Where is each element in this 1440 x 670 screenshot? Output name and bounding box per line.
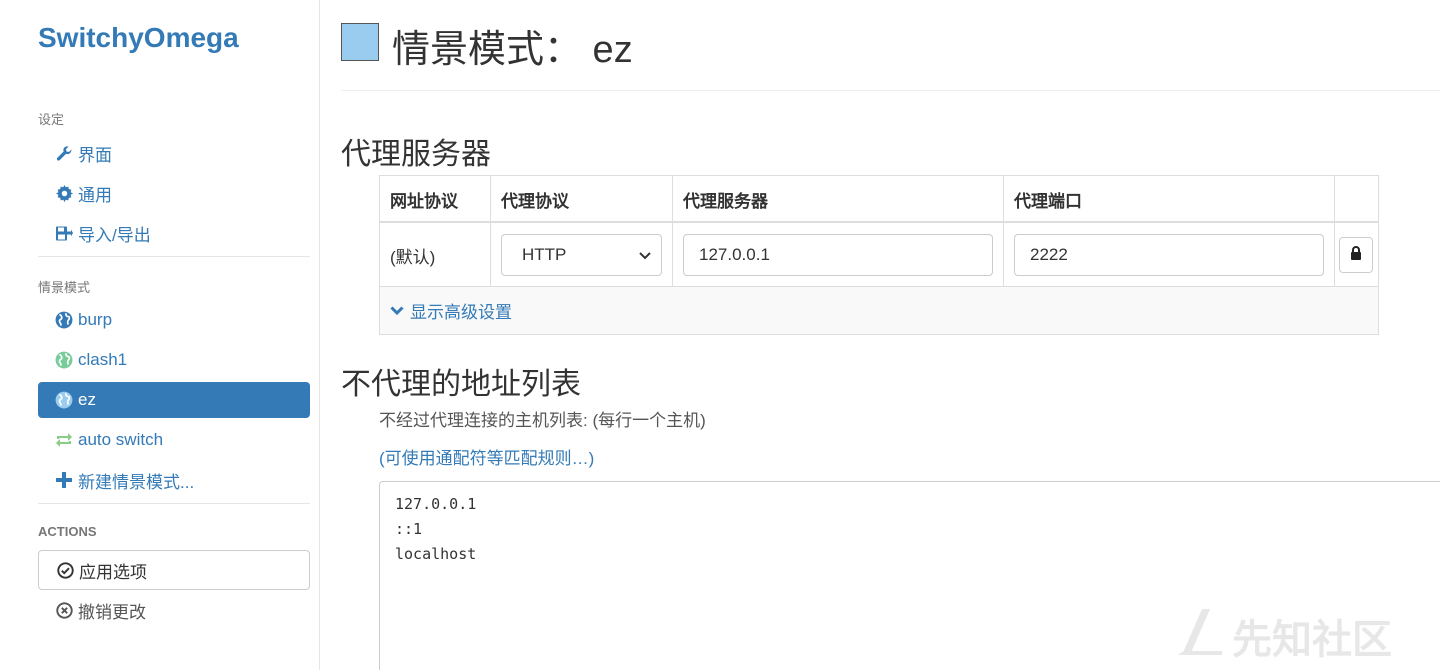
scheme-label: (默认) xyxy=(390,247,436,267)
sidebar-item-clash1[interactable]: clash1 xyxy=(38,342,310,378)
globe-icon xyxy=(54,311,74,329)
actions-header: ACTIONS xyxy=(38,524,97,539)
col-header-protocol: 代理协议 xyxy=(491,176,673,222)
chevron-down-icon xyxy=(639,245,651,265)
port-value: 2222 xyxy=(1030,245,1068,264)
sidebar-item-ez[interactable]: ez xyxy=(38,382,310,418)
sidebar-item-label: 导入/导出 xyxy=(78,225,151,245)
cell-auth xyxy=(1335,223,1378,287)
bypass-line: ::1 xyxy=(395,520,423,538)
lock-icon xyxy=(1350,245,1362,265)
cell-server: 127.0.0.1 xyxy=(673,223,1004,287)
proxy-port-input[interactable]: 2222 xyxy=(1014,234,1324,276)
col-header-server: 代理服务器 xyxy=(673,176,1004,222)
switch-icon xyxy=(54,432,74,448)
auth-button[interactable] xyxy=(1339,237,1373,273)
page-title: 情景模式： ez xyxy=(392,29,633,71)
sidebar-divider xyxy=(38,256,310,257)
bypass-rules-link[interactable]: (可使用通配符等匹配规则…) xyxy=(379,444,594,469)
sidebar-divider xyxy=(38,503,310,504)
bypass-line: 127.0.0.1 xyxy=(395,495,477,513)
check-circle-icon xyxy=(55,561,75,579)
proxy-server-input[interactable]: 127.0.0.1 xyxy=(683,234,993,276)
sidebar-item-burp[interactable]: burp xyxy=(38,302,310,338)
wrench-icon xyxy=(54,145,74,162)
brand-title[interactable]: SwitchyOmega xyxy=(38,22,239,54)
watermark-logo-icon xyxy=(1176,605,1224,667)
protocol-select[interactable]: HTTP xyxy=(501,234,662,276)
sidebar-item-label: burp xyxy=(78,310,113,329)
show-advanced-label: 显示高级设置 xyxy=(410,303,512,322)
chevron-down-icon xyxy=(390,305,404,316)
proxy-section-title: 代理服务器 xyxy=(341,138,491,171)
profile-color-swatch[interactable] xyxy=(341,23,379,61)
globe-icon xyxy=(54,351,74,369)
watermark-text: 先知社区 xyxy=(1232,618,1392,662)
bypass-section-title: 不代理的地址列表 xyxy=(341,368,581,401)
close-circle-icon xyxy=(54,601,74,619)
apply-label: 应用选项 xyxy=(79,562,147,582)
sidebar-item-import-export[interactable]: 导入/导出 xyxy=(38,215,310,251)
profiles-header: 情景模式 xyxy=(38,280,91,295)
sidebar-item-new-profile[interactable]: 新建情景模式... xyxy=(38,462,310,498)
bypass-line: localhost xyxy=(395,545,477,563)
sidebar-item-general[interactable]: 通用 xyxy=(38,175,310,211)
cell-port: 2222 xyxy=(1004,223,1335,287)
proxy-table: 网址协议 代理协议 代理服务器 代理端口 (默认) HTTP 127.0.0.1… xyxy=(379,175,1379,335)
bypass-help-text: 不经过代理连接的主机列表: (每行一个主机) xyxy=(379,411,706,430)
sidebar: SwitchyOmega 设定 界面 通用 导入/导出 情景模式 burp cl… xyxy=(0,0,320,670)
sidebar-item-label: auto switch xyxy=(78,430,164,449)
apply-button[interactable]: 应用选项 xyxy=(38,550,310,590)
sidebar-item-label: 通用 xyxy=(78,185,112,205)
import-export-icon xyxy=(54,225,74,242)
discard-button[interactable]: 撤销更改 xyxy=(38,592,310,628)
cell-scheme: (默认) xyxy=(380,223,491,287)
server-value: 127.0.0.1 xyxy=(699,245,770,264)
settings-header: 设定 xyxy=(38,112,65,127)
sidebar-item-ui[interactable]: 界面 xyxy=(38,135,310,171)
globe-icon xyxy=(54,391,74,409)
col-header-actions xyxy=(1335,176,1378,222)
sidebar-item-label: 新建情景模式... xyxy=(78,472,195,492)
sidebar-item-label: 界面 xyxy=(78,145,112,165)
sidebar-item-label: clash1 xyxy=(78,350,128,369)
watermark: 先知社区 xyxy=(1176,605,1392,667)
show-advanced-link[interactable]: 显示高级设置 xyxy=(380,287,1378,334)
protocol-value: HTTP xyxy=(522,245,567,264)
col-header-scheme: 网址协议 xyxy=(380,176,491,222)
cell-protocol: HTTP xyxy=(491,223,673,287)
sidebar-item-auto-switch[interactable]: auto switch xyxy=(38,422,310,458)
discard-label: 撤销更改 xyxy=(78,602,146,622)
title-divider xyxy=(341,90,1440,91)
gear-icon xyxy=(54,184,74,202)
col-header-port: 代理端口 xyxy=(1004,176,1335,222)
plus-icon xyxy=(54,472,74,488)
sidebar-item-label: ez xyxy=(78,390,96,409)
